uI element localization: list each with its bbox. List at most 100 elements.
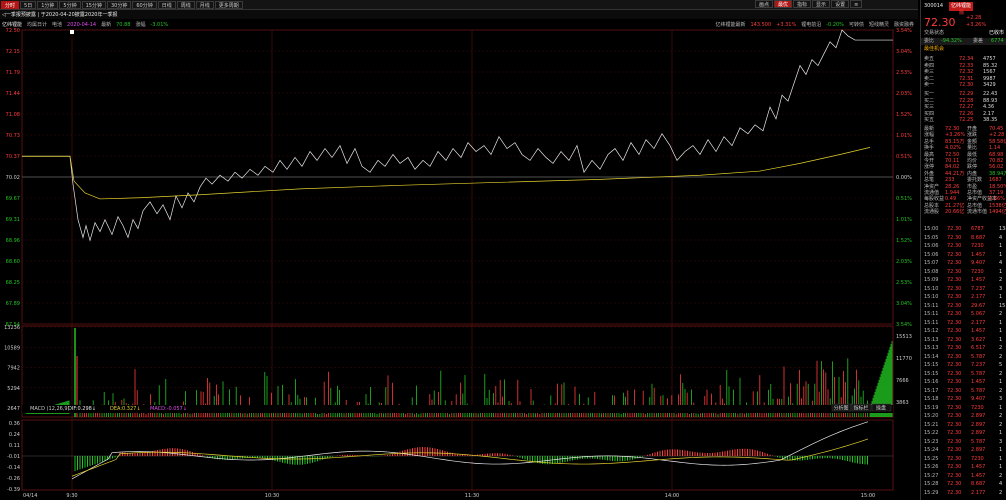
tick-row-cell: 2.177 [971,489,986,496]
stat-row: 流通股 20.66亿 流通市值 1494亿 [921,209,1006,216]
tick-row-cell: 1 [999,336,1003,343]
tick-row: 15:13 72.30 6.517 2 [921,345,1006,352]
price-pct: +3.26% [966,22,987,28]
macd-y-tick: 0.36 [9,421,20,427]
tick-row-cell: 8.687 [971,481,986,487]
chart-area[interactable]: 72.50 3.54% 72.15 3.04% 71.79 2.53% 71.44 2.03%… [0,0,918,500]
tick-row-cell: 5 [999,362,1003,368]
highlight-row-cell: 最佳机会 [924,46,945,52]
big-price: 72.30 [924,16,956,29]
y-left-tick: 72.50 [6,28,20,34]
tick-row-cell: 72.30 [947,328,962,334]
stat-row-cell: 1494亿 [989,209,1006,216]
tick-row-cell: 15:12 [924,328,939,334]
tick-row-cell: 72.30 [947,379,962,385]
vol-y-left-tick: 7942 [7,366,20,372]
tick-row: 15:21 72.30 2.897 2 [921,422,1006,429]
vol-y-right-tick: 7666 [896,378,909,384]
tick-row-cell: 15:15 [924,362,939,368]
y-left-tick: 70.02 [6,175,20,181]
tick-row-cell: 4 [999,234,1003,241]
tick-row-cell: 72.30 [947,353,962,360]
tick-row-cell: 15:08 [924,268,939,275]
tick-row-cell: 1.457 [971,328,986,334]
tick-row-cell: 6787 [971,226,984,232]
y-right-tick: 3.54% [896,322,912,328]
tick-row-cell: 72.30 [947,243,962,249]
tick-row: 15:17 72.30 5.787 2 [921,388,1006,395]
tick-row-cell: 2.897 [971,447,986,453]
tick-row-cell: 72.30 [947,234,962,241]
y-right-tick: 3.04% [896,49,912,55]
tick-row-cell: 72.30 [947,251,962,258]
tick-row-cell: 9.407 [971,260,986,266]
tick-row-cell: 15:07 [924,260,939,266]
tick-row-cell: 5.787 [971,438,986,445]
tick-row: 15:10 72.30 2.177 1 [921,294,1006,301]
macd-tab-label: 操盘 [876,405,886,412]
tick-row-cell: 2 [999,353,1003,360]
tick-row-cell: 1 [999,404,1003,411]
vol-y-left-tick: 10589 [4,345,20,351]
tick-row-cell: 72.30 [947,413,962,419]
vol-y-right-tick: 3863 [896,400,909,406]
tick-row-cell: 29.67 [971,302,986,309]
y-right-tick: 3.04% [896,301,912,307]
tick-row-cell: 15:21 [924,421,939,428]
y-right-tick: 1.52% [896,112,912,118]
tick-row-cell: 15:27 [924,472,939,479]
tick-row-cell: 3 [999,438,1003,445]
tick-row: 15:14 72.30 5.787 2 [921,354,1006,361]
tick-row-cell: 7230 [971,243,984,249]
tick-row-cell: 15:13 [924,336,939,343]
tick-row-cell: 15:11 [924,311,939,317]
tick-row-cell: 5.067 [971,311,986,317]
tick-row-cell: 15 [999,302,1006,309]
stat-row-cell: 流通市值 [967,209,988,216]
y-left-tick: 68.96 [6,238,20,244]
tick-row: 15:29 72.30 2.177 2 [921,490,1006,497]
tick-row-cell: 72.30 [947,302,962,309]
tick-row-cell: 1.457 [971,251,986,258]
vol-y-right-tick: 11770 [896,356,912,362]
y-right-tick: 2.53% [896,280,912,286]
tick-row-cell: 72.30 [947,311,962,317]
tick-row-cell: 72.30 [947,455,962,462]
time-axis-label: 14:00 [665,493,679,499]
y-left-tick: 70.37 [6,154,20,160]
tick-row-cell: 72.30 [947,294,962,300]
y-right-tick: 0.00% [896,175,912,181]
tick-row-cell: 15:00 [924,226,939,232]
stat-row-cell: 20.66亿 [945,209,965,216]
tick-row-cell: 15:11 [924,319,939,326]
tick-row-cell: 15:22 [924,430,939,436]
tick-row-cell: 72.30 [947,226,962,232]
tick-row-cell: 1.457 [971,379,986,385]
y-left-tick: 69.67 [6,196,20,202]
macd-value: MACD:-0.057↓ [150,406,187,412]
highlight-row: 最佳机会 [921,46,1006,53]
tick-row: 15:06 72.30 7230 1 [921,243,1006,250]
tick-row-cell: 1383 [999,226,1006,232]
tick-row-cell: 15:05 [924,234,939,241]
tick-row-cell: 15:23 [924,438,939,445]
tick-row-cell: 1.457 [971,472,986,479]
macd-y-tick: 0.11 [9,443,20,449]
tick-row-cell: 2 [999,472,1003,479]
tick-row-cell: 2.897 [971,421,986,428]
macd-y-tick: -0.14 [7,465,20,471]
tick-row: 15:27 72.30 1.457 2 [921,473,1006,480]
tick-row-cell: 15:06 [924,251,939,258]
tick-row: 15:15 72.30 7.237 5 [921,362,1006,369]
weibi-row-cell: 委比 [924,38,935,44]
y-left-tick: 70.73 [6,133,20,139]
bid-row-cell: 38.35 [983,117,998,124]
tick-row: 15:13 72.30 3.627 1 [921,337,1006,344]
tick-row-cell: 2 [999,345,1003,351]
tick-row-cell: 2.177 [971,319,986,326]
tick-row-cell: 15:24 [924,447,939,453]
tick-row: 15:18 72.30 9.407 3 [921,396,1006,403]
vol-y-right-tick: 15513 [896,334,912,340]
tick-row: 15:22 72.30 2.897 1 [921,430,1006,437]
tick-row-cell: 2.897 [971,430,986,436]
